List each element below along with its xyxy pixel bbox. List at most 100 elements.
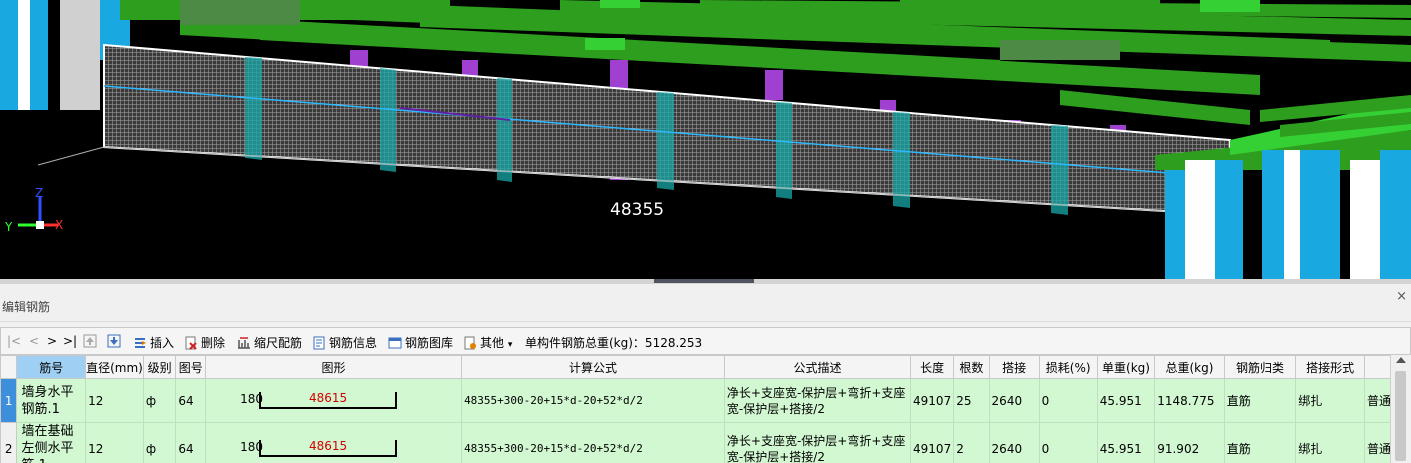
cell-description[interactable]: 净长+支座宽-保护层+弯折+支座宽-保护层+搭接/2 (723, 422, 912, 463)
settings-doc-icon (464, 336, 476, 350)
col-header-length[interactable]: 长度 (910, 355, 955, 379)
cell-total-weight[interactable]: 1148.775 (1154, 378, 1225, 423)
cell-bar-name[interactable]: 墙在基础左侧水平筋.1 (16, 422, 87, 463)
cell-category[interactable]: 直筋 (1223, 378, 1297, 423)
nav-prev-button[interactable]: < (29, 334, 39, 348)
cell-lap[interactable]: 2640 (988, 378, 1040, 423)
other-label: 其他 (480, 336, 505, 350)
nav-last-button[interactable]: >| (63, 334, 77, 348)
cell-total-weight[interactable]: 91.902 (1154, 422, 1225, 463)
cell-length[interactable]: 49107 (910, 422, 955, 463)
col-header-fig-no[interactable]: 图号 (175, 355, 207, 379)
rebar-table: 筋号 直径(mm) 级别 图号 图形 计算公式 公式描述 长度 根数 搭接 损耗… (0, 355, 1411, 463)
cell-count[interactable]: 2 (953, 422, 990, 463)
col-header-total-weight[interactable]: 总重(kg) (1154, 355, 1225, 379)
vertical-scrollbar[interactable] (1390, 355, 1411, 463)
arrow-down-icon (107, 334, 121, 348)
shape-figure: 48615 (259, 439, 398, 457)
cell-description[interactable]: 净长+支座宽-保护层+弯折+支座宽-保护层+搭接/2 (723, 378, 912, 423)
move-up-button[interactable] (83, 334, 100, 348)
insert-icon (135, 338, 146, 348)
cell-lap[interactable]: 2640 (988, 422, 1040, 463)
arrow-up-icon (83, 334, 97, 348)
col-header-bar-no[interactable]: 筋号 (16, 355, 87, 379)
cell-shape[interactable]: 180 48615 (205, 378, 463, 423)
cell-diameter[interactable]: 12 (85, 378, 144, 423)
scroll-up-icon[interactable] (1396, 357, 1406, 363)
close-icon[interactable]: × (1396, 289, 1407, 304)
splitter-grip[interactable] (654, 279, 754, 283)
table-row[interactable]: 1 墙身水平钢筋.1 12 ф 64 180 48615 312 48355+3… (0, 378, 1411, 423)
row-number[interactable]: 1 (0, 378, 18, 423)
panel-title: 编辑钢筋 (2, 300, 51, 314)
rebar-info-button[interactable]: 钢筋信息 (312, 334, 377, 351)
cell-count[interactable]: 25 (953, 378, 990, 423)
nav-first-button[interactable]: |< (7, 334, 21, 348)
library-icon (388, 337, 402, 349)
panel-splitter[interactable] (0, 279, 1411, 284)
cell-grade[interactable]: ф (142, 378, 177, 423)
rebar-info-label: 钢筋信息 (329, 336, 378, 350)
shape-mid-value: 48615 (308, 439, 348, 453)
col-header-formula[interactable]: 计算公式 (461, 355, 725, 379)
shape-figure: 48615 (259, 391, 398, 409)
col-header-lap-type[interactable]: 搭接形式 (1295, 355, 1365, 379)
rebar-library-label: 钢筋图库 (405, 336, 454, 350)
rebar-library-button[interactable]: 钢筋图库 (388, 334, 453, 351)
formula-text: 48355+300-20+15*d-20+52*d/2 (464, 394, 643, 407)
table-row[interactable]: 2 墙在基础左侧水平筋.1 12 ф 64 180 48615 312 4835… (0, 422, 1411, 463)
panel-header: 编辑钢筋 × (0, 289, 1411, 322)
cell-fig-no[interactable]: 64 (175, 422, 207, 463)
cell-shape[interactable]: 180 48615 (205, 422, 463, 463)
col-header-shape[interactable]: 图形 (205, 355, 463, 379)
col-header-description[interactable]: 公式描述 (723, 355, 912, 379)
col-header-category[interactable]: 钢筋归类 (1223, 355, 1297, 379)
cell-length[interactable]: 49107 (910, 378, 955, 423)
col-header-count[interactable]: 根数 (953, 355, 990, 379)
col-header-grade[interactable]: 级别 (142, 355, 177, 379)
scale-rebar-button[interactable]: 缩尺配筋 (237, 334, 302, 351)
y-axis-label: Y (4, 220, 13, 234)
row-number[interactable]: 2 (0, 422, 18, 463)
other-menu-button[interactable]: 其他 ▾ (463, 334, 512, 351)
shape-right-value: 312 (463, 437, 464, 451)
scroll-thumb[interactable] (1395, 371, 1406, 461)
cell-formula[interactable]: 312 48355+300-20+15*d-20+52*d/2 (461, 422, 725, 463)
col-header-lap[interactable]: 搭接 (988, 355, 1040, 379)
cell-fig-no[interactable]: 64 (175, 378, 207, 423)
cell-formula[interactable]: 312 48355+300-20+15*d-20+52*d/2 (461, 378, 725, 423)
delete-label: 删除 (201, 336, 226, 350)
toolbar: |< < > >| 插入 删除 缩尺配筋 钢筋信息 钢筋图库 其他 ▾ 单构件钢… (0, 327, 1411, 355)
model-canvas[interactable]: Z Y X (0, 0, 1411, 279)
insert-label: 插入 (150, 336, 175, 350)
delete-icon (185, 336, 197, 350)
x-axis-label: X (55, 218, 63, 232)
cell-lap-type[interactable]: 绑扎 (1295, 378, 1365, 423)
corner-header (0, 355, 18, 379)
z-axis-label: Z (35, 186, 43, 200)
col-header-diameter[interactable]: 直径(mm) (85, 355, 144, 379)
cell-category[interactable]: 直筋 (1223, 422, 1297, 463)
scale-icon (238, 337, 250, 349)
cell-unit-weight[interactable]: 45.951 (1096, 378, 1156, 423)
move-down-button[interactable] (107, 334, 124, 348)
cell-bar-name[interactable]: 墙身水平钢筋.1 (16, 378, 87, 423)
cell-diameter[interactable]: 12 (85, 422, 144, 463)
cell-grade[interactable]: ф (142, 422, 177, 463)
cell-lap-type[interactable]: 绑扎 (1295, 422, 1365, 463)
insert-button[interactable]: 插入 (133, 334, 174, 351)
cell-loss[interactable]: 0 (1038, 422, 1098, 463)
col-header-loss[interactable]: 损耗(%) (1038, 355, 1098, 379)
cell-unit-weight[interactable]: 45.951 (1096, 422, 1156, 463)
nav-next-button[interactable]: > (47, 334, 57, 348)
shape-mid-value: 48615 (308, 391, 348, 405)
axis-gizmo (18, 196, 58, 229)
shape-right-value: 312 (463, 393, 464, 407)
dropdown-arrow-icon: ▾ (507, 340, 513, 350)
3d-viewport[interactable]: Z Y X 48355 (0, 0, 1411, 279)
col-header-unit-weight[interactable]: 单重(kg) (1096, 355, 1156, 379)
formula-text: 48355+300-20+15*d-20+52*d/2 (464, 442, 643, 455)
delete-button[interactable]: 删除 (184, 334, 225, 351)
dimension-label: 48355 (610, 200, 665, 220)
cell-loss[interactable]: 0 (1038, 378, 1098, 423)
